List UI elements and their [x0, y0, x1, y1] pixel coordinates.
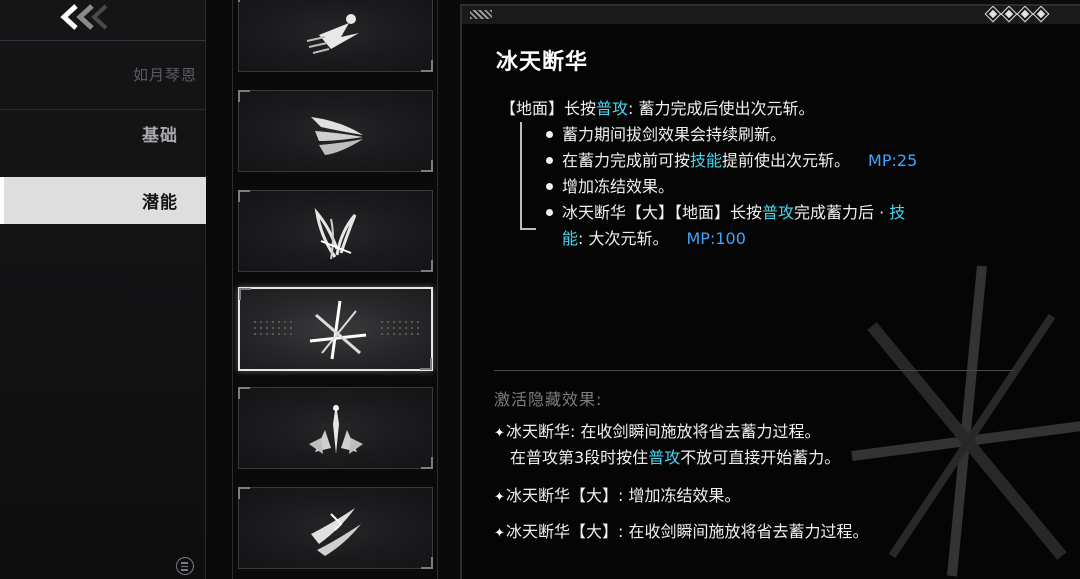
sparkle-icon: ✦	[494, 490, 505, 505]
text: : 蓄力完成后使出次元斩。	[628, 99, 815, 118]
text: 在蓄力完成前可按	[562, 151, 691, 170]
back-button[interactable]	[54, 2, 110, 32]
text: 冰天断华【大】: 增加冻结效果。	[506, 486, 741, 505]
tree-line	[520, 122, 522, 228]
keyword-normal-attack: 普攻	[596, 99, 629, 118]
keyword-normal-attack: 普攻	[762, 203, 795, 222]
skill-slot-1[interactable]	[238, 0, 433, 72]
text: 冰天断华【大】【地面】长按	[562, 203, 763, 222]
text: 提前使出次元斩。	[722, 151, 851, 170]
text: 蓄力期间拔剑效果会持续刷新。	[562, 125, 787, 144]
text: 增加冻结效果。	[562, 177, 675, 196]
column-rail-right	[437, 0, 438, 579]
tab-basic[interactable]: 基础	[0, 109, 206, 156]
text: 冰天断华: 在收剑瞬间施放将省去蓄力过程。	[506, 422, 821, 441]
skill-detail-panel: 冰天断华 【地面】长按普攻: 蓄力完成后使出次元斩。 蓄力期间拔剑效果会持续刷新…	[460, 4, 1080, 579]
nav-divider	[0, 40, 206, 41]
hidden-effect-2: ✦冰天断华【大】: 增加冻结效果。	[494, 484, 740, 510]
decor-dots	[252, 319, 292, 339]
back-chevrons-icon	[60, 4, 108, 30]
character-name: 如月琴恩	[132, 66, 197, 84]
section-divider	[494, 370, 1014, 371]
background-emblem	[851, 265, 1080, 577]
hidden-effect-3: ✦冰天断华【大】: 在收剑瞬间施放将省去蓄力过程。	[494, 520, 868, 546]
text: 【地面】长按	[500, 99, 597, 118]
skill-cross-slash-icon	[309, 300, 367, 360]
skill-slot-2[interactable]	[238, 90, 433, 172]
hidden-effects-title: 激活隐藏效果:	[494, 390, 603, 409]
screen: 如月琴恩 基础 潜能 冰天断华 【地面】长按普攻: 蓄力完成后使出次元斩。 蓄力…	[0, 0, 1080, 579]
column-rail-left	[232, 0, 233, 579]
skill-title: 冰天断华	[496, 50, 589, 75]
skill-ice-burst-icon	[309, 404, 363, 454]
desc-line-2: 蓄力期间拔剑效果会持续刷新。	[545, 122, 787, 148]
stripe-decor	[470, 10, 492, 19]
desc-line-5: 冰天断华【大】【地面】长按普攻完成蓄力后 · 技	[545, 200, 906, 226]
desc-line-4: 增加冻结效果。	[545, 174, 675, 200]
skill-list	[206, 0, 460, 579]
decor-dots	[379, 319, 419, 339]
diamond-decor	[984, 6, 1050, 23]
sparkle-icon: ✦	[494, 426, 505, 441]
skill-feather-icon	[314, 207, 357, 260]
desc-line-1: 【地面】长按普攻: 蓄力完成后使出次元斩。	[500, 96, 815, 122]
desc-line-3: 在蓄力完成前可按技能提前使出次元斩。 MP:25	[545, 148, 918, 174]
hidden-effect-1: ✦冰天断华: 在收剑瞬间施放将省去蓄力过程。	[494, 420, 820, 446]
mp-cost: MP:25	[868, 151, 918, 170]
tab-potential[interactable]: 潜能	[0, 177, 206, 224]
skill-dash-icon	[306, 14, 359, 54]
tab-potential-label: 潜能	[142, 193, 178, 213]
skill-slot-5[interactable]	[238, 387, 433, 469]
keyword-normal-attack: 普攻	[648, 448, 681, 467]
skill-claw-icon	[311, 508, 361, 556]
text: 完成蓄力后 ·	[794, 203, 890, 222]
desc-line-6: 能: 大次元斩。 MP:100	[562, 226, 746, 252]
hidden-effect-1-cont: 在普攻第3段时按住普攻不放可直接开始蓄力。	[510, 446, 840, 470]
sparkle-icon: ✦	[494, 526, 505, 541]
side-nav: 如月琴恩 基础 潜能	[0, 0, 206, 579]
skill-wing-icon	[311, 117, 363, 155]
text: 不放可直接开始蓄力。	[680, 448, 841, 467]
menu-icon[interactable]	[176, 557, 194, 575]
text: : 大次元斩。	[578, 229, 669, 248]
keyword-skill: 技能	[690, 151, 723, 170]
tab-basic-label: 基础	[142, 125, 178, 146]
skill-slot-3[interactable]	[238, 190, 433, 272]
keyword-skill: 能	[562, 229, 579, 248]
tree-branch	[520, 228, 536, 230]
text: 在普攻第3段时按住	[510, 448, 649, 467]
keyword-skill: 技	[889, 203, 906, 222]
skill-slot-4-selected[interactable]	[238, 287, 433, 371]
panel-header-bar	[462, 6, 1080, 24]
mp-cost: MP:100	[686, 229, 746, 248]
skill-slot-6[interactable]	[238, 487, 433, 569]
text: 冰天断华【大】: 在收剑瞬间施放将省去蓄力过程。	[506, 522, 869, 541]
